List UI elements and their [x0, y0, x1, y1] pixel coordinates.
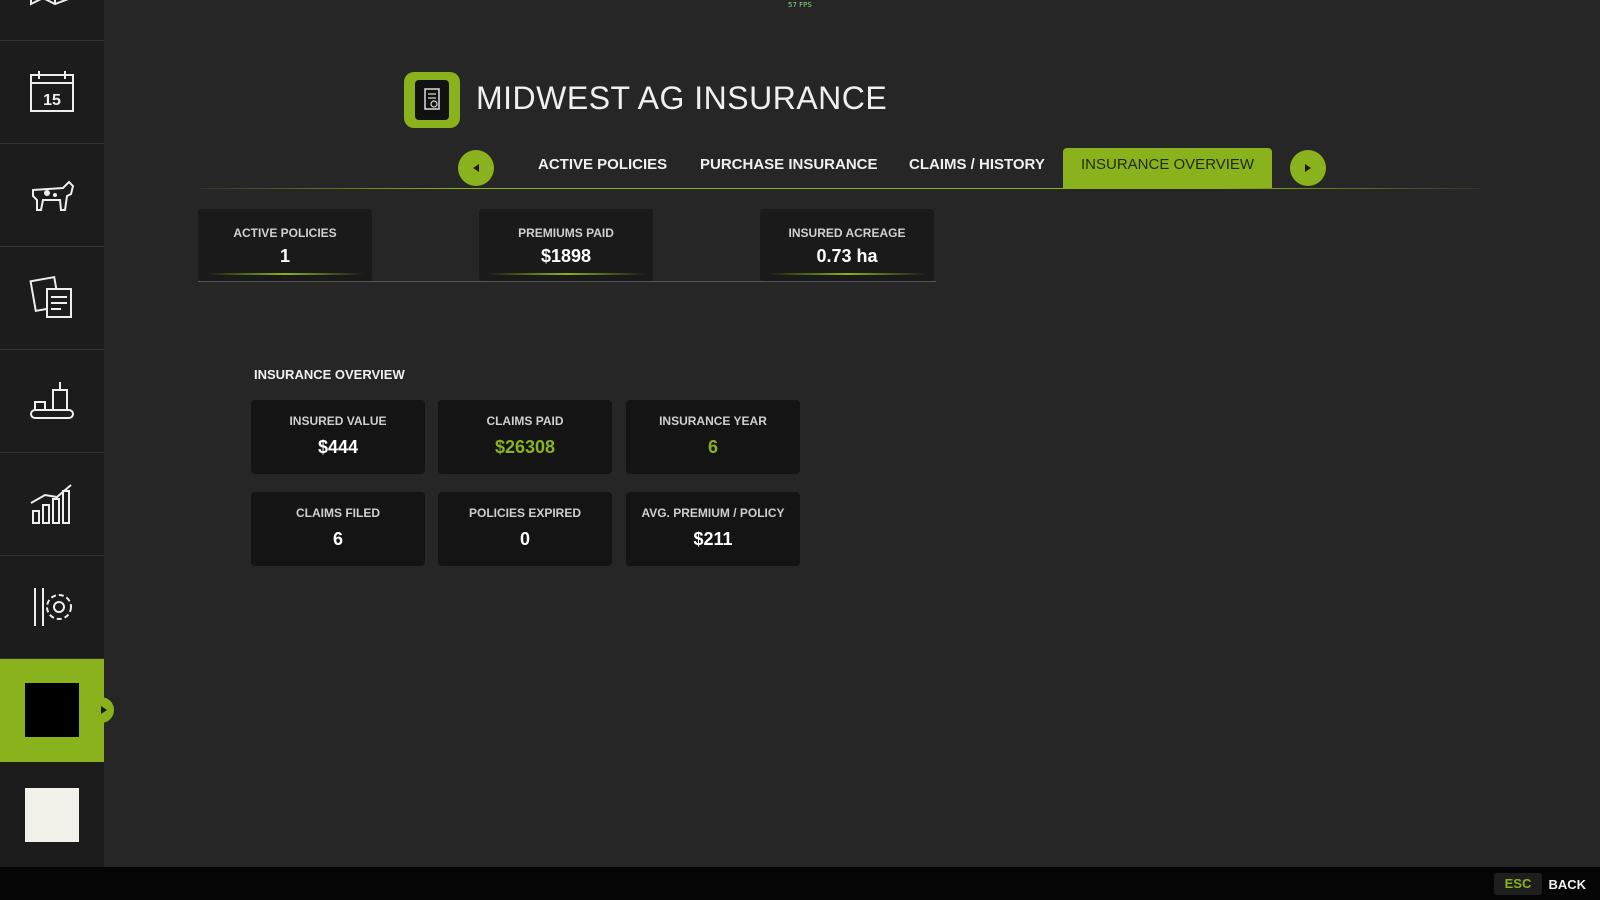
card-claims-paid: CLAIMS PAID $26308 — [438, 400, 612, 474]
tabs-underline — [200, 188, 1480, 189]
card-insurance-year: INSURANCE YEAR 6 — [626, 400, 800, 474]
sidebar-item-insurance[interactable] — [0, 659, 114, 762]
tab-claims-history[interactable]: CLAIMS / HISTORY — [909, 148, 1045, 188]
sidebar-item-animals[interactable] — [0, 144, 104, 247]
active-indicator — [94, 697, 114, 723]
footer-bar: ESC BACK — [0, 867, 1600, 900]
contracts-icon — [29, 275, 72, 318]
card-value: 0 — [519, 529, 530, 549]
calendar-icon: 15 — [30, 71, 74, 112]
card-label: AVG. PREMIUM / POLICY — [641, 506, 785, 520]
sidebar-item-calendar[interactable]: 15 — [0, 41, 104, 144]
stat-accent-bar — [487, 273, 645, 275]
sidebar: 15 — [0, 0, 114, 867]
blank-icon — [25, 787, 79, 842]
esc-key-hint[interactable]: ESC — [1494, 873, 1542, 895]
document-icon — [424, 88, 440, 110]
page-title: MIDWEST AG INSURANCE — [476, 80, 888, 116]
card-value: $26308 — [494, 437, 556, 457]
card-label: CLAIMS FILED — [296, 506, 380, 520]
tab-purchase-insurance[interactable]: PURCHASE INSURANCE — [700, 148, 878, 188]
stat-value: 0.73 ha — [816, 246, 878, 266]
insurance-icon — [25, 683, 79, 737]
card-value: 6 — [707, 437, 718, 457]
stat-premiums-paid: PREMIUMS PAID $1898 — [479, 209, 653, 281]
card-label: POLICIES EXPIRED — [468, 506, 582, 520]
stat-accent-bar — [206, 273, 364, 275]
stat-value: 1 — [279, 246, 290, 266]
stat-accent-bar — [768, 273, 926, 275]
card-label: INSURANCE YEAR — [659, 414, 767, 428]
sidebar-item-contracts[interactable] — [0, 247, 104, 350]
card-value: 6 — [332, 529, 343, 549]
stat-label: INSURED ACREAGE — [788, 226, 906, 240]
card-value: $211 — [693, 529, 733, 549]
svg-text:15: 15 — [43, 92, 61, 109]
card-avg-premium: AVG. PREMIUM / POLICY $211 — [626, 492, 800, 566]
card-label: CLAIMS PAID — [486, 414, 564, 428]
tab-insurance-overview[interactable]: INSURANCE OVERVIEW — [1063, 148, 1273, 188]
cow-icon — [32, 180, 75, 211]
section-title: INSURANCE OVERVIEW — [254, 367, 405, 382]
statistics-icon — [30, 484, 72, 524]
stat-insured-acreage: INSURED ACREAGE 0.73 ha — [760, 209, 934, 281]
card-value: $444 — [317, 437, 359, 457]
card-insured-value: INSURED VALUE $444 — [251, 400, 425, 474]
production-icon — [30, 382, 74, 419]
sidebar-item-settings[interactable] — [0, 556, 104, 659]
card-claims-filed: CLAIMS FILED 6 — [251, 492, 425, 566]
card-policies-expired: POLICIES EXPIRED 0 — [438, 492, 612, 566]
stat-label: ACTIVE POLICIES — [233, 226, 337, 240]
sidebar-item-map[interactable] — [0, 0, 104, 41]
insurance-logo — [404, 72, 460, 128]
card-label: INSURED VALUE — [289, 414, 387, 428]
stat-label: PREMIUMS PAID — [518, 226, 614, 240]
settings-icon — [34, 588, 72, 626]
next-tab-button[interactable] — [1290, 150, 1326, 186]
stat-value: $1898 — [540, 246, 592, 266]
stats-divider — [198, 281, 936, 282]
stat-active-policies: ACTIVE POLICIES 1 — [198, 209, 372, 281]
fps-counter: 57 FPS — [788, 1, 812, 9]
map-icon — [30, 0, 69, 6]
sidebar-item-blank[interactable] — [0, 762, 104, 867]
prev-tab-button[interactable] — [458, 150, 494, 186]
tab-active-policies[interactable]: ACTIVE POLICIES — [538, 148, 667, 188]
sidebar-item-production[interactable] — [0, 350, 104, 453]
sidebar-item-statistics[interactable] — [0, 453, 104, 556]
back-button[interactable]: BACK — [1548, 877, 1586, 892]
